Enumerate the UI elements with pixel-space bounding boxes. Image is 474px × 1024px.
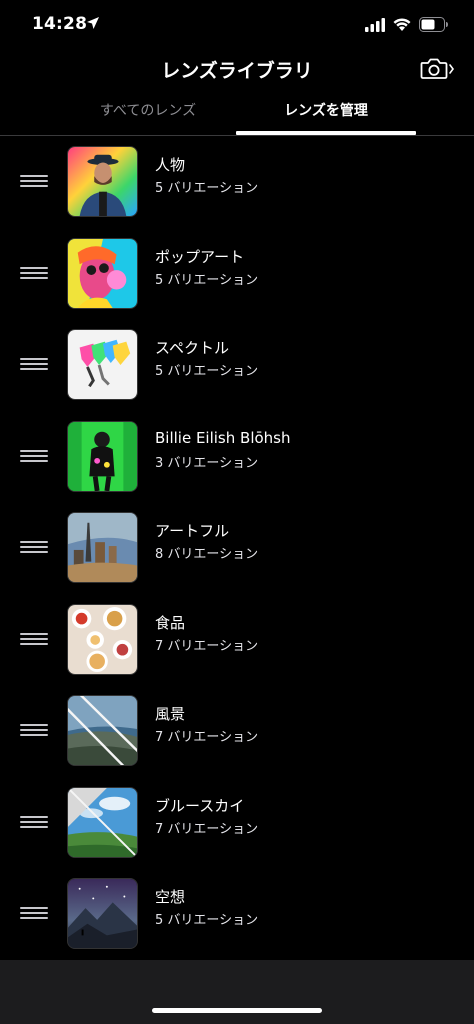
lens-list: 人物 5 バリエーション ポップアート 5 バリエーション スペクトル 5 バリ… bbox=[0, 137, 474, 961]
drag-handle-icon[interactable] bbox=[20, 541, 48, 555]
lens-variation-count: 7 バリエーション bbox=[155, 821, 259, 837]
lens-variation-count: 5 バリエーション bbox=[155, 913, 259, 928]
lens-name: アートフル bbox=[155, 522, 230, 540]
lens-name: ブルースカイ bbox=[155, 796, 245, 815]
lens-variation-count: 5 バリエーション bbox=[155, 364, 259, 379]
drag-handle-icon[interactable] bbox=[20, 724, 48, 738]
drag-handle-icon[interactable] bbox=[20, 815, 48, 830]
lens-row[interactable]: 風景 7 バリエーション bbox=[0, 686, 474, 778]
drag-handle-icon[interactable] bbox=[20, 907, 48, 921]
lens-thumbnail-billie bbox=[67, 420, 138, 492]
lens-thumbnail-landscape bbox=[67, 695, 138, 766]
lens-thumbnail-artful bbox=[67, 512, 138, 583]
lens-name: 風景 bbox=[155, 705, 186, 723]
lens-row[interactable]: 食品 7 バリエーション bbox=[0, 595, 474, 687]
lens-row[interactable]: ブルースカイ 7 バリエーション bbox=[0, 778, 474, 870]
drag-handle-icon[interactable] bbox=[20, 449, 48, 464]
page-title: レンズライブラリ bbox=[161, 60, 313, 82]
lens-name: 人物 bbox=[155, 156, 186, 174]
location-arrow-icon bbox=[87, 17, 99, 29]
tab-manage-lenses[interactable]: レンズを管理 bbox=[236, 100, 416, 120]
lens-name: ポップアート bbox=[155, 247, 245, 266]
lens-variation-count: 7 バリエーション bbox=[155, 730, 259, 745]
lens-variation-count: 5 バリエーション bbox=[155, 181, 259, 196]
lens-row[interactable]: 空想 5 バリエーション bbox=[0, 869, 474, 961]
battery-icon bbox=[419, 17, 448, 32]
active-tab-indicator bbox=[236, 131, 416, 135]
home-indicator[interactable] bbox=[152, 1008, 322, 1013]
lens-name: スペクトル bbox=[155, 339, 229, 357]
lens-thumbnail-fantasy bbox=[67, 878, 138, 949]
drag-handle-icon[interactable] bbox=[20, 358, 48, 372]
lens-name: Billie Eilish Blōhsh bbox=[155, 428, 291, 447]
lens-row[interactable]: Billie Eilish Blōhsh 3 バリエーション bbox=[0, 412, 474, 504]
drag-handle-icon[interactable] bbox=[20, 632, 48, 647]
lens-variation-count: 7 バリエーション bbox=[155, 638, 259, 654]
lens-thumbnail-bluesky bbox=[67, 786, 138, 858]
lens-thumbnail-spectrum bbox=[67, 329, 138, 400]
lens-row[interactable]: 人物 5 バリエーション bbox=[0, 137, 474, 229]
status-time: 14:28 bbox=[32, 14, 88, 34]
camera-icon[interactable] bbox=[419, 56, 455, 82]
lens-variation-count: 8 バリエーション bbox=[155, 547, 259, 562]
drag-handle-icon[interactable] bbox=[20, 175, 48, 189]
lens-row[interactable]: スペクトル 5 バリエーション bbox=[0, 320, 474, 412]
lens-name: 食品 bbox=[155, 613, 186, 632]
lens-row[interactable]: ポップアート 5 バリエーション bbox=[0, 229, 474, 321]
wifi-icon bbox=[393, 18, 411, 31]
lens-row[interactable]: アートフル 8 バリエーション bbox=[0, 503, 474, 595]
lens-thumbnail-food bbox=[67, 603, 138, 675]
lens-variation-count: 3 バリエーション bbox=[155, 455, 259, 471]
lens-name: 空想 bbox=[155, 888, 186, 906]
tab-bar: すべてのレンズ レンズを管理 bbox=[0, 96, 474, 136]
status-bar: 14:28 bbox=[0, 0, 474, 50]
lens-thumbnail-popart bbox=[67, 237, 138, 309]
drag-handle-icon[interactable] bbox=[20, 266, 48, 281]
lens-thumbnail-portrait bbox=[67, 146, 138, 217]
bottom-bar bbox=[0, 960, 474, 1024]
cellular-signal-icon bbox=[365, 18, 385, 32]
tab-all-lenses[interactable]: すべてのレンズ bbox=[58, 100, 238, 120]
lens-variation-count: 5 バリエーション bbox=[155, 272, 259, 288]
